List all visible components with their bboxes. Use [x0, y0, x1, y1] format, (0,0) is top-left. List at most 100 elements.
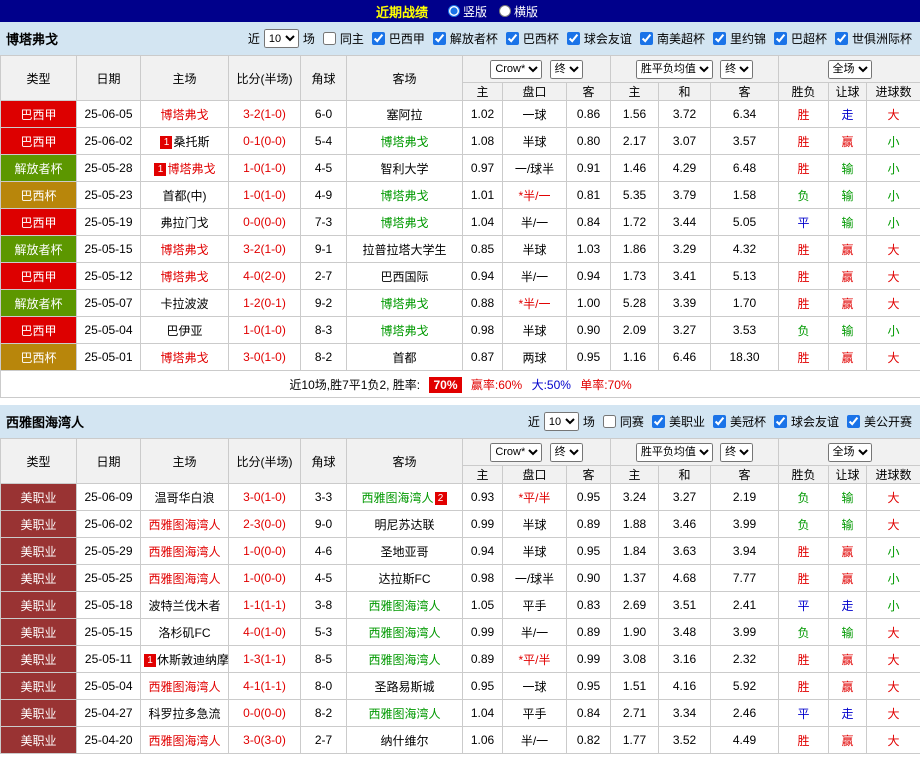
filter-同赛[interactable]: 同赛 — [602, 413, 646, 430]
filter-checkbox[interactable] — [773, 415, 787, 428]
layout-option-horizontal[interactable]: 横版 — [499, 3, 538, 20]
vertical-layout-radio[interactable] — [447, 5, 460, 17]
corner-cell: 8-3 — [300, 316, 347, 344]
result-goals-cell: 小 — [866, 208, 920, 236]
result-goals-cell: 小 — [866, 316, 920, 344]
filter-南美超杯[interactable]: 南美超杯 — [639, 30, 707, 47]
team-name: 博塔弗戈 — [6, 32, 59, 47]
odds-company-select[interactable]: Crow* — [490, 442, 543, 462]
home-team-cell: 科罗拉多急流 — [140, 699, 229, 727]
euro-home-odds: 1.46 — [610, 154, 659, 182]
europe-odds-group: 胜平负均值 终 — [609, 55, 780, 83]
league-cell: 巴西甲 — [0, 262, 77, 290]
euro-away-odds: 3.94 — [709, 537, 780, 565]
match-count-select[interactable]: 10 — [543, 412, 579, 431]
result-handicap-cell: 赢 — [828, 537, 868, 565]
handicap-win-rate: 赢率:60% — [470, 377, 523, 392]
result-wdl-cell: 胜 — [778, 564, 830, 592]
filter-checkbox[interactable] — [846, 415, 860, 428]
layout-option-vertical[interactable]: 竖版 — [447, 3, 487, 20]
match-row: 巴西甲 25-05-19 弗拉门戈 0-0(0-0) 7-3 博塔弗戈 1.04 半/一 0.8… — [0, 208, 920, 236]
europe-odds-time-select[interactable]: 终 — [720, 59, 754, 79]
filter-世俱洲际杯[interactable]: 世俱洲际杯 — [834, 30, 914, 47]
asia-home-odds: 0.88 — [462, 289, 503, 317]
result-scope-select[interactable]: 全场 — [827, 59, 872, 79]
filter-checkbox[interactable] — [505, 32, 519, 45]
filter-美公开赛[interactable]: 美公开赛 — [846, 413, 914, 430]
asia-home-odds: 1.04 — [462, 208, 503, 236]
filter-checkbox[interactable] — [773, 32, 787, 45]
filter-美冠杯[interactable]: 美冠杯 — [712, 413, 768, 430]
filter-checkbox[interactable] — [712, 32, 726, 45]
asia-home-odds: 0.98 — [462, 316, 503, 344]
filter-checkbox[interactable] — [712, 415, 726, 428]
col-date: 日期 — [76, 55, 141, 101]
result-wdl-cell: 平 — [778, 591, 830, 619]
filter-巴超杯[interactable]: 巴超杯 — [773, 30, 829, 47]
match-row: 美职业 25-05-04 西雅图海湾人 4-1(1-1) 8-0 圣路易斯城 0.95 一球 0… — [0, 672, 920, 700]
match-count-select[interactable]: 10 — [263, 29, 299, 48]
filter-同主[interactable]: 同主 — [322, 30, 366, 47]
result-scope-select[interactable]: 全场 — [827, 442, 872, 462]
horizontal-layout-radio[interactable] — [499, 5, 511, 17]
home-team-cell: 卡拉波波 — [140, 289, 229, 317]
asia-odds-time-select[interactable]: 终 — [549, 59, 583, 79]
euro-home-odds: 2.17 — [610, 127, 659, 155]
filter-球会友谊[interactable]: 球会友谊 — [566, 30, 634, 47]
away-team-cell: 智利大学 — [346, 154, 463, 182]
filter-巴西甲[interactable]: 巴西甲 — [371, 30, 427, 47]
date-cell: 25-06-02 — [76, 510, 141, 538]
games-label: 场 — [582, 415, 595, 429]
corner-cell: 7-3 — [300, 208, 347, 236]
games-label: 场 — [302, 32, 315, 46]
filter-解放者杯[interactable]: 解放者杯 — [432, 30, 500, 47]
result-wdl-cell: 胜 — [778, 672, 830, 700]
corner-cell: 6-0 — [300, 100, 347, 128]
col-euro-away: 客 — [709, 82, 780, 101]
asia-odds-time-select[interactable]: 终 — [549, 442, 583, 462]
filter-checkbox[interactable] — [566, 32, 580, 45]
filter-checkbox[interactable] — [651, 415, 665, 428]
col-asia-away: 客 — [566, 465, 611, 484]
filter-球会友谊[interactable]: 球会友谊 — [773, 413, 841, 430]
europe-odds-time-select[interactable]: 终 — [720, 442, 754, 462]
date-cell: 25-05-29 — [76, 537, 141, 565]
filter-checkbox[interactable] — [322, 32, 336, 45]
col-asia-home: 主 — [462, 82, 503, 101]
result-goals-cell: 大 — [866, 289, 920, 317]
result-wdl-cell: 负 — [778, 510, 830, 538]
filter-label: 巴超杯 — [790, 32, 827, 46]
result-handicap-cell: 赢 — [828, 127, 868, 155]
odds-company-select[interactable]: Crow* — [490, 59, 543, 79]
away-team-name: 博塔弗戈 — [380, 296, 429, 311]
asia-home-odds: 1.08 — [462, 127, 503, 155]
filter-checkbox[interactable] — [432, 32, 446, 45]
asia-home-odds: 1.06 — [462, 726, 503, 754]
date-cell: 25-05-15 — [76, 618, 141, 646]
away-team-name: 塞阿拉 — [386, 107, 423, 122]
filter-巴西杯[interactable]: 巴西杯 — [505, 30, 561, 47]
filter-里约锦[interactable]: 里约锦 — [712, 30, 768, 47]
filter-checkbox[interactable] — [602, 415, 616, 428]
result-goals-cell: 小 — [866, 127, 920, 155]
filter-美职业[interactable]: 美职业 — [651, 413, 707, 430]
euro-home-odds: 2.09 — [610, 316, 659, 344]
filter-checkbox[interactable] — [639, 32, 653, 45]
corner-cell: 8-2 — [300, 699, 347, 727]
away-team-cell: 博塔弗戈 — [346, 208, 463, 236]
red-card-badge: 1 — [160, 135, 173, 149]
euro-home-odds: 3.24 — [610, 483, 659, 511]
score-cell: 1-3(1-1) — [228, 645, 301, 673]
away-team-name: 首都 — [392, 350, 417, 365]
score-cell: 3-2(1-0) — [228, 235, 301, 263]
match-row: 美职业 25-04-20 西雅图海湾人 3-0(3-0) 2-7 纳什维尔 1.06 半/一 0… — [0, 726, 920, 754]
europe-odds-type-select[interactable]: 胜平负均值 — [635, 442, 713, 462]
home-team-cell: 1 休斯敦迪纳摩 — [140, 645, 229, 673]
home-team-cell: 西雅图海湾人 — [140, 672, 229, 700]
europe-odds-type-select[interactable]: 胜平负均值 — [635, 59, 713, 79]
filter-checkbox[interactable] — [834, 32, 848, 45]
filter-checkbox[interactable] — [371, 32, 385, 45]
filter-bar: 近 10 场 同主 巴西甲 解放者杯 巴西杯 球会友谊 南美超杯 里约锦 巴超杯 世俱洲际杯 — [246, 29, 914, 48]
home-team-name: 桑托斯 — [173, 134, 210, 149]
result-handicap-cell: 赢 — [828, 235, 868, 263]
